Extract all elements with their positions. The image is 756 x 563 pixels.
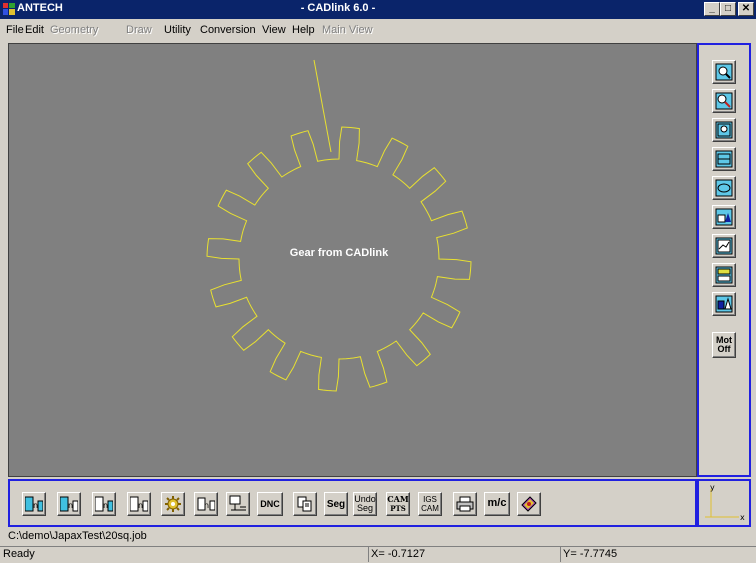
undo-seg-label-2: Seg (356, 503, 373, 513)
window-title: - CADlink 6.0 - (300, 2, 376, 14)
gear-wizard-icon (165, 496, 181, 512)
seg-button[interactable]: Seg (324, 492, 348, 516)
axis-x-label: x (740, 513, 745, 522)
undo-seg-button[interactable]: Undo Seg (353, 492, 377, 516)
minimize-button[interactable]: _ (704, 2, 720, 16)
convert-a-icon: n (25, 496, 43, 512)
zoom-icon (715, 63, 733, 81)
menu-draw[interactable]: Draw (126, 24, 152, 36)
zoom-pan-button[interactable] (712, 89, 736, 113)
transfer-icon: n (197, 497, 215, 511)
close-button[interactable]: ✕ (738, 2, 754, 16)
svg-text:n: n (68, 501, 73, 510)
igs-cam-label-1: IGS (423, 495, 437, 504)
gear-wizard-button[interactable] (161, 492, 185, 516)
igs-cam-button[interactable]: IGS CAM (418, 492, 442, 516)
canvas-label: Gear from CADlink (289, 247, 389, 259)
menu-edit[interactable]: Edit (25, 24, 44, 36)
zoom-window-icon (715, 121, 733, 139)
title-bar: ANTECH - CADlink 6.0 - _ □ ✕ (0, 0, 756, 19)
drawing-canvas[interactable]: Gear from CADlink (8, 43, 697, 477)
cam-pts-button[interactable]: CAM PTS (386, 492, 410, 516)
zoom-button[interactable] (712, 60, 736, 84)
status-y-coordinate: Y= -7.7745 (560, 547, 756, 562)
view-toolbar: Mot Off (697, 43, 751, 477)
menu-conversion[interactable]: Conversion (200, 24, 256, 36)
maximize-button[interactable]: □ (720, 2, 736, 16)
zoom-pan-icon (715, 92, 733, 110)
convert-b-icon: n (60, 496, 78, 512)
view-3d-icon (715, 208, 733, 226)
cam-pts-label-1: CAM (387, 494, 409, 504)
machine-setup-icon (229, 495, 246, 511)
main-toolbar: n n n n n DNC Seg Undo Seg CAM PTS IGS C… (8, 479, 697, 527)
menu-file[interactable]: File (6, 24, 24, 36)
motion-off-label-2: Off (717, 344, 731, 354)
view-grid-icon (715, 237, 733, 255)
seg-label: Seg (326, 499, 346, 510)
copy-icon (297, 496, 312, 512)
zoom-fit-button[interactable] (712, 147, 736, 171)
mc-label: m/c (487, 497, 507, 509)
status-x-coordinate: X= -0.7127 (368, 547, 560, 562)
zoom-fit-icon (715, 150, 733, 168)
convert-b-button[interactable]: n (57, 492, 81, 516)
menu-geometry[interactable]: Geometry (50, 24, 98, 36)
menu-view[interactable]: View (262, 24, 286, 36)
view-layers-button[interactable] (712, 263, 736, 287)
view-3d-button[interactable] (712, 205, 736, 229)
convert-c-icon: n (95, 496, 113, 512)
axis-y-label: y (710, 483, 715, 492)
svg-text:n: n (138, 501, 143, 510)
convert-a-button[interactable]: n (22, 492, 46, 516)
view-solid-button[interactable] (712, 292, 736, 316)
print-icon (456, 496, 474, 512)
axis-indicator: y x (697, 479, 751, 527)
dnc-label: DNC (260, 499, 280, 509)
zoom-previous-button[interactable] (712, 176, 736, 200)
view-solid-icon (715, 295, 733, 313)
machine-control-button[interactable]: m/c (484, 492, 510, 516)
machine-setup-button[interactable] (226, 492, 250, 516)
menu-main-view[interactable]: Main View (322, 24, 373, 36)
svg-text:n: n (33, 501, 38, 510)
igs-cam-label-2: CAM (421, 504, 439, 513)
gear-outline (206, 126, 472, 392)
book-icon (521, 496, 537, 512)
dnc-button[interactable]: DNC (257, 492, 283, 516)
help-book-button[interactable] (517, 492, 541, 516)
menu-help[interactable]: Help (292, 24, 315, 36)
copy-button[interactable] (293, 492, 317, 516)
svg-text:n: n (103, 501, 108, 510)
menu-utility[interactable]: Utility (164, 24, 191, 36)
axis-icon: y x (705, 483, 745, 522)
convert-c-button[interactable]: n (92, 492, 116, 516)
status-state: Ready (3, 548, 35, 560)
transfer-button[interactable]: n (194, 492, 218, 516)
zoom-window-button[interactable] (712, 118, 736, 142)
print-button[interactable] (453, 492, 477, 516)
convert-d-icon: n (130, 496, 148, 512)
view-layers-icon (715, 266, 733, 284)
file-path: C:\demo\JapaxTest\20sq.job (8, 530, 147, 542)
cam-pts-label-2: PTS (390, 504, 406, 513)
view-grid-button[interactable] (712, 234, 736, 258)
svg-text:n: n (204, 501, 209, 510)
convert-d-button[interactable]: n (127, 492, 151, 516)
lead-in-line (313, 59, 332, 153)
zoom-previous-icon (715, 179, 733, 197)
gear-drawing (206, 59, 472, 392)
motion-off-button[interactable]: Mot Off (712, 332, 736, 358)
menu-bar: File Edit Geometry Draw Utility Conversi… (0, 19, 756, 41)
